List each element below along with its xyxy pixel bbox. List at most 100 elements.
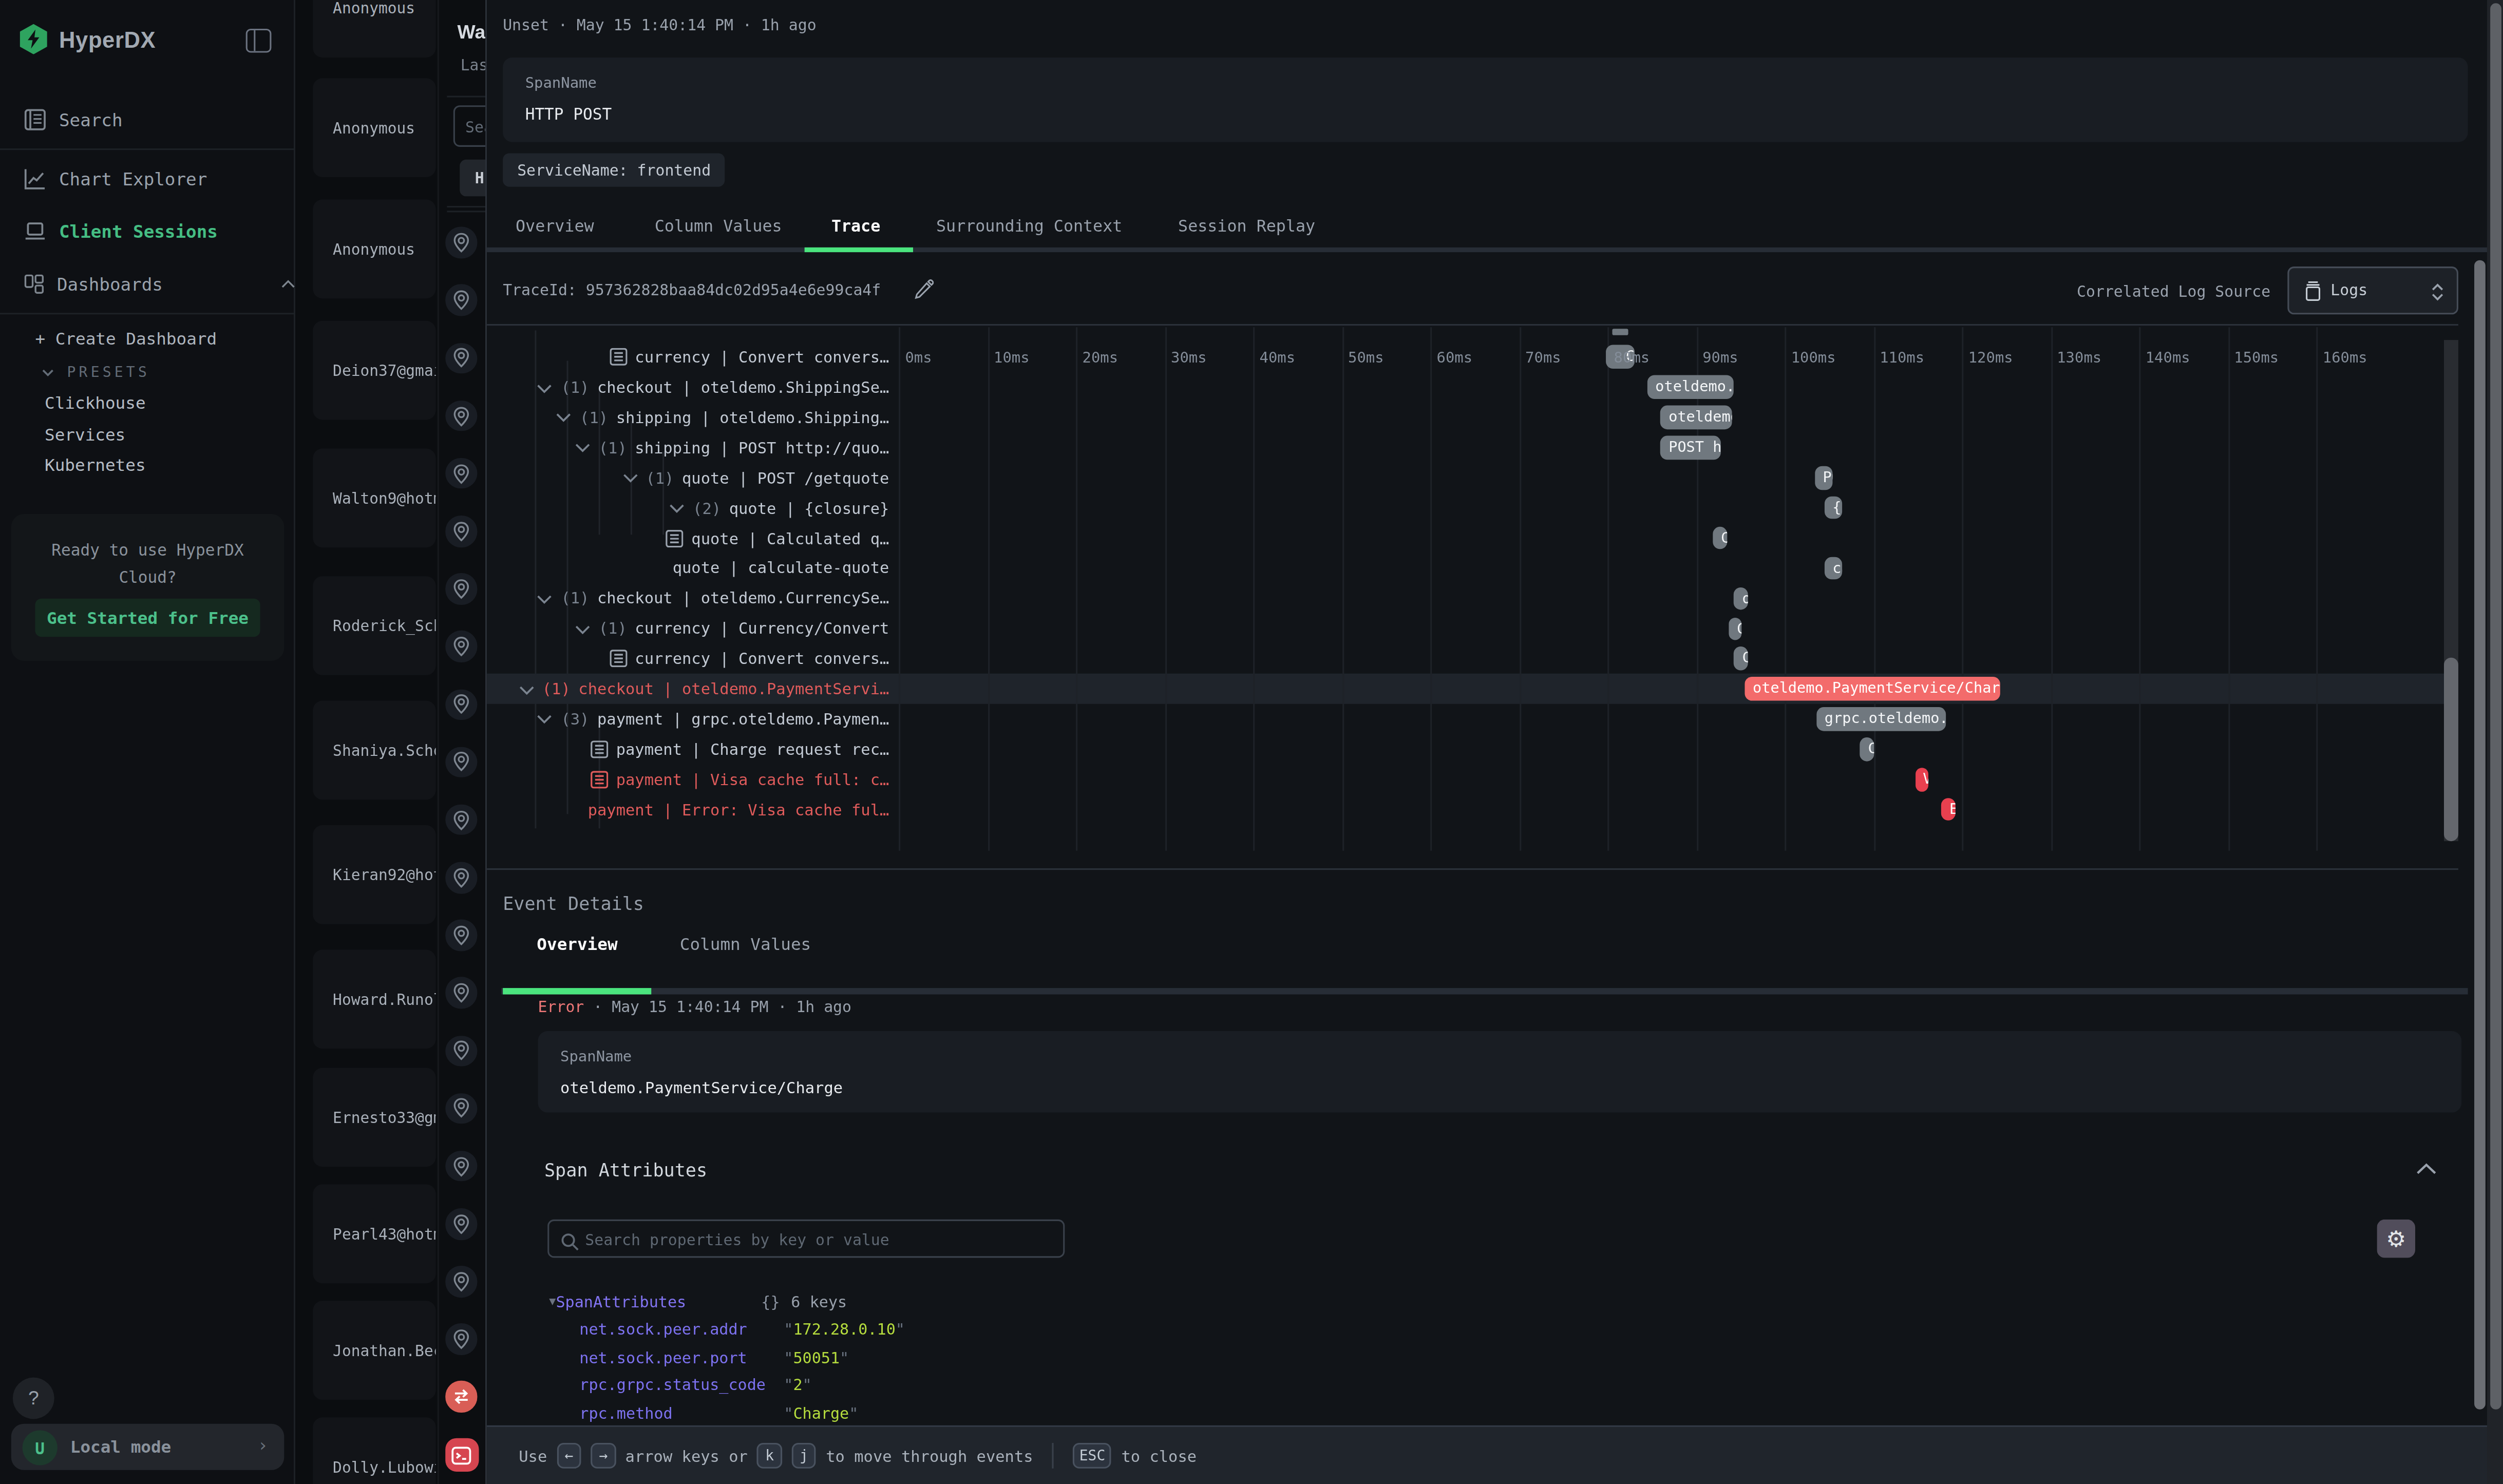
- trace-tree-row[interactable]: quote | Calculated q…: [487, 523, 889, 553]
- session-card[interactable]: Shaniya.Schowalter@gmail.com: [312, 701, 435, 800]
- trace-tree-row[interactable]: (3)payment | grpc.oteldemo.Paymen…: [487, 704, 889, 734]
- event-pin-icon[interactable]: [445, 689, 477, 720]
- session-card[interactable]: Anonymous: [312, 200, 435, 299]
- local-mode-menu[interactable]: U Local mode ›: [11, 1424, 285, 1470]
- preset-clickhouse[interactable]: Clickhouse: [45, 393, 146, 412]
- event-pin-icon[interactable]: [445, 1093, 477, 1124]
- event-pin-icon[interactable]: [445, 978, 477, 1009]
- span-bar[interactable]: grpc.oteldemo.PaymentService/Charge: [1816, 708, 1946, 731]
- event-pin-icon[interactable]: [445, 862, 477, 893]
- span-bar[interactable]: {closure}: [1825, 496, 1842, 519]
- trace-tree-row[interactable]: (1)checkout | oteldemo.CurrencySe…: [487, 583, 889, 614]
- session-card[interactable]: Ernesto33@gmail.com: [312, 1068, 435, 1167]
- trace-tree-row[interactable]: (1)shipping | oteldemo.Shipping…: [487, 402, 889, 432]
- event-pin-icon[interactable]: [445, 631, 477, 662]
- log-source-select[interactable]: Logs: [2287, 267, 2458, 314]
- event-pin-icon[interactable]: [445, 1151, 477, 1182]
- session-card[interactable]: Howard.Runolfsson@gmail.com: [312, 950, 435, 1049]
- session-card[interactable]: Deion37@gmail.com: [312, 321, 435, 420]
- span-bar[interactable]: oteldemo.ShippingService/GetQuote: [1661, 406, 1732, 429]
- preset-kubernetes[interactable]: Kubernetes: [45, 455, 146, 474]
- sidebar-item-client-sessions[interactable]: Client Sessions: [0, 217, 295, 246]
- sidebar-item-dashboards[interactable]: Dashboards: [0, 270, 295, 298]
- event-error-terminal-icon[interactable]: [445, 1438, 478, 1472]
- span-bar[interactable]: Charge request received.: [1860, 737, 1874, 760]
- trace-tree-row[interactable]: payment | Error: Visa cache ful…: [487, 794, 889, 825]
- window-scrollbar[interactable]: [2487, 0, 2503, 1484]
- session-card[interactable]: Kieran92@hotmail.com: [312, 825, 435, 924]
- tab-session-replay[interactable]: Session Replay: [1178, 217, 1315, 235]
- edit-icon[interactable]: [913, 279, 934, 303]
- help-button[interactable]: ?: [13, 1378, 54, 1419]
- sidebar-item-search[interactable]: Search: [0, 105, 295, 134]
- trace-tree-row[interactable]: (1)currency | Currency/Convert: [487, 614, 889, 644]
- event-pin-icon[interactable]: [445, 285, 477, 316]
- event-pin-icon[interactable]: [445, 458, 477, 489]
- attribute-row[interactable]: rpc.grpc.status_code"2": [579, 1376, 811, 1393]
- event-details-tab-overview[interactable]: Overview: [537, 934, 617, 953]
- attribute-row[interactable]: rpc.method"Charge": [579, 1404, 858, 1421]
- trace-tree-row[interactable]: currency | Convert convers…: [487, 643, 889, 674]
- trace-tree-row[interactable]: currency | Convert convers…: [487, 342, 889, 372]
- span-bar[interactable]: oteldemo.CurrencyService/Convert: [1734, 587, 1748, 610]
- trace-tree-row[interactable]: (1)checkout | oteldemo.ShippingSe…: [487, 372, 889, 403]
- event-pin-icon[interactable]: [445, 516, 477, 547]
- attributes-search-input[interactable]: Search properties by key or value: [547, 1219, 1064, 1258]
- event-pin-icon[interactable]: [445, 400, 477, 431]
- presets-header[interactable]: PRESETS: [42, 364, 150, 380]
- event-pin-icon[interactable]: [445, 343, 477, 374]
- session-card[interactable]: Pearl43@hotmail.com: [312, 1184, 435, 1283]
- hyperdx-logo[interactable]: HyperDX: [19, 24, 156, 54]
- span-bar[interactable]: Visa cache full: cannot add: [1915, 768, 1928, 791]
- sidebar-item-chart-explorer[interactable]: Chart Explorer: [0, 164, 295, 193]
- preset-services[interactable]: Services: [45, 424, 125, 443]
- chart-scrollbar-thumb[interactable]: [2443, 658, 2458, 841]
- tab-column-values[interactable]: Column Values: [655, 217, 782, 235]
- trace-tree-row[interactable]: (1)checkout | oteldemo.PaymentServi…: [487, 674, 889, 704]
- span-bar[interactable]: Convert conversion request: [1734, 647, 1748, 670]
- event-error-swap-icon[interactable]: [445, 1381, 477, 1412]
- session-card[interactable]: Dolly.Lubowitz@gmail.com: [312, 1417, 435, 1484]
- trace-tree-row[interactable]: (2)quote | {closure}: [487, 493, 889, 523]
- event-pin-icon[interactable]: [445, 1208, 477, 1240]
- tab-overview[interactable]: Overview: [516, 217, 594, 235]
- span-bar[interactable]: oteldemo.ShippingService/GetQuote: [1647, 375, 1734, 398]
- span-bar[interactable]: oteldemo.PaymentService/Charge: [1745, 677, 2000, 700]
- span-bar[interactable]: POST /getquote: [1815, 466, 1832, 489]
- window-scrollbar-thumb[interactable]: [2490, 3, 2501, 1410]
- event-pin-icon[interactable]: [445, 1035, 477, 1067]
- trace-tree-row[interactable]: payment | Charge request rec…: [487, 734, 889, 765]
- session-card[interactable]: Roderick_Schulist@yahoo.com: [312, 576, 435, 675]
- event-pin-icon[interactable]: [445, 747, 477, 778]
- attribute-row[interactable]: net.sock.peer.addr"172.28.0.10": [579, 1320, 905, 1338]
- trace-tree-row[interactable]: payment | Visa cache full: c…: [487, 764, 889, 794]
- create-dashboard-button[interactable]: + Create Dashboard: [35, 329, 217, 348]
- collapse-section-icon[interactable]: [2415, 1162, 2438, 1176]
- trace-tree-row[interactable]: (1)shipping | POST http://quo…: [487, 432, 889, 463]
- session-card[interactable]: Anonymous: [312, 0, 435, 58]
- span-bar[interactable]: Currency/Convert: [1729, 617, 1742, 640]
- session-card[interactable]: Jonathan.Bechtelar@gmail.com: [312, 1301, 435, 1400]
- span-bar[interactable]: calculate-quote: [1825, 557, 1842, 580]
- event-details-tab-column-values[interactable]: Column Values: [680, 934, 811, 953]
- trace-tree-row[interactable]: quote | calculate-quote: [487, 553, 889, 583]
- attribute-row[interactable]: net.sock.peer.port"50051": [579, 1348, 849, 1365]
- tab-surrounding-context[interactable]: Surrounding Context: [936, 217, 1122, 235]
- event-pin-icon[interactable]: [445, 920, 477, 951]
- session-card[interactable]: Anonymous: [312, 78, 435, 177]
- service-name-chip[interactable]: ServiceName: frontend: [503, 153, 725, 186]
- event-pin-icon[interactable]: [445, 227, 477, 258]
- span-bar[interactable]: Error: Visa cache full: [1942, 798, 1955, 821]
- tab-trace[interactable]: Trace: [831, 217, 880, 235]
- span-bar[interactable]: Calculated quote: [1713, 526, 1727, 549]
- drawer-scrollbar-thumb[interactable]: [2473, 260, 2485, 1410]
- span-bar[interactable]: POST http://quote:8090/getquote: [1661, 436, 1721, 459]
- session-card[interactable]: Walton9@hotmail.com: [312, 448, 435, 547]
- sidebar-collapse-icon[interactable]: [246, 29, 272, 53]
- trace-tree-row[interactable]: (1)quote | POST /getquote: [487, 463, 889, 493]
- get-started-button[interactable]: Get Started for Free: [35, 599, 260, 637]
- event-pin-icon[interactable]: [445, 804, 477, 835]
- attr-root-row[interactable]: ▼SpanAttributes{}6 keys: [549, 1293, 847, 1310]
- event-pin-icon[interactable]: [445, 1266, 477, 1298]
- event-pin-icon[interactable]: [445, 574, 477, 605]
